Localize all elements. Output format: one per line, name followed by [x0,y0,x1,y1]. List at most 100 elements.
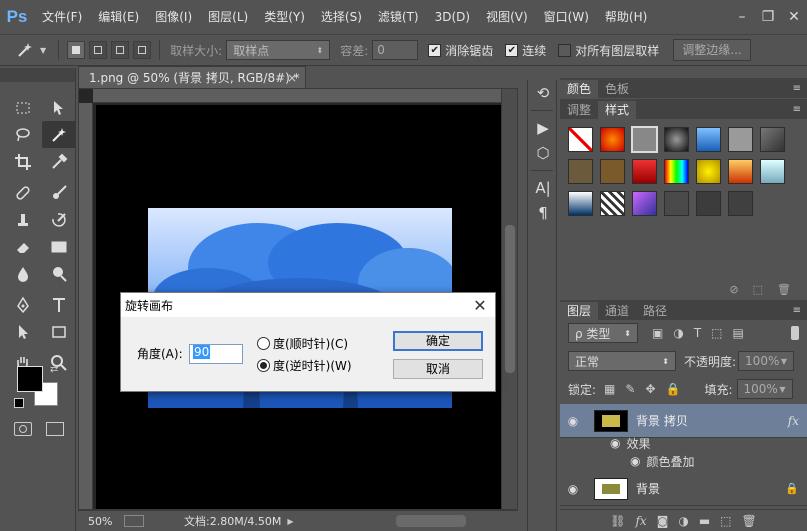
sample-size-select[interactable]: 取样点 ⬍ [226,40,331,60]
restore-icon[interactable]: ❐ [755,4,781,30]
panel-menu-icon[interactable]: ≡ [793,302,807,320]
path-selection-tool-icon[interactable] [6,318,40,345]
style-swatch[interactable] [664,159,689,184]
tab-adjustments[interactable]: 调整 [560,101,598,119]
menu-layer[interactable]: 图层(L) [200,0,256,34]
opacity-input[interactable]: 100% ▼ [738,351,795,371]
subtract-selection-button[interactable] [111,41,130,59]
tool-preset-dropdown-icon[interactable]: ▼ [40,46,46,55]
blur-tool-icon[interactable] [6,260,40,287]
magic-wand-tool-icon[interactable] [42,121,76,148]
document-info[interactable]: 文档:2.80M/4.50M [184,513,281,529]
style-swatch[interactable] [664,127,689,152]
tab-styles[interactable]: 样式 [598,101,637,119]
quick-mask-icon[interactable] [14,422,32,436]
swap-colors-icon[interactable]: ⇄ [50,364,58,375]
eye-icon[interactable]: ◉ [610,436,620,450]
panel-menu-icon[interactable]: ≡ [793,80,807,98]
move-tool-icon[interactable] [42,94,76,121]
type-tool-icon[interactable] [42,291,76,318]
intersect-selection-button[interactable] [133,41,152,59]
lasso-tool-icon[interactable] [6,121,40,148]
clear-style-icon[interactable]: ⊘ [729,283,738,296]
style-swatch[interactable] [696,127,721,152]
style-swatch[interactable] [568,127,593,152]
rectangle-tool-icon[interactable] [42,318,76,345]
crop-tool-icon[interactable] [6,148,40,175]
lock-position-icon[interactable]: ✥ [645,382,655,396]
status-arrow-icon[interactable]: ▶ [287,517,293,526]
effect-item-row[interactable]: ◉ 颜色叠加 [560,452,807,470]
new-selection-button[interactable] [67,41,86,59]
scroll-thumb[interactable] [505,225,515,373]
link-layers-icon[interactable]: ⛓ [610,514,625,528]
menu-edit[interactable]: 编辑(E) [90,0,147,34]
foreground-color[interactable] [17,366,43,392]
style-swatch[interactable] [632,191,657,216]
history-brush-tool-icon[interactable] [42,206,76,233]
filter-toggle[interactable] [791,326,799,340]
add-mask-icon[interactable]: ◙ [657,514,669,528]
effects-row[interactable]: ◉ 效果 [560,434,807,452]
screen-mode-icon[interactable] [46,422,64,436]
status-preview-icon[interactable] [124,515,144,527]
horizontal-scroll-thumb[interactable] [396,515,466,527]
eraser-tool-icon[interactable] [6,233,40,260]
eye-icon[interactable]: ◉ [630,454,640,468]
delete-style-icon[interactable]: 🗑 [777,283,791,296]
menu-image[interactable]: 图像(I) [147,0,200,34]
style-swatch[interactable] [568,159,593,184]
close-icon[interactable]: ✕ [781,4,807,30]
delete-layer-icon[interactable]: 🗑 [742,514,757,528]
ok-button[interactable]: 确定 [393,331,483,351]
all-layers-checkbox[interactable]: 对所有图层取样 [558,42,659,59]
filter-type-icon[interactable]: T [694,326,701,340]
minimize-icon[interactable]: – [729,4,755,30]
style-swatch[interactable] [728,191,753,216]
clockwise-radio[interactable]: 度(顺时针)(C) [257,335,348,352]
paragraph-icon[interactable]: ¶ [528,200,558,225]
style-swatch[interactable] [664,191,689,216]
horizontal-ruler[interactable] [93,89,501,103]
menu-window[interactable]: 窗口(W) [536,0,597,34]
vertical-ruler[interactable] [79,103,93,509]
style-swatch[interactable] [728,127,753,152]
new-layer-icon[interactable]: ⬚ [720,514,731,528]
magic-wand-icon[interactable] [10,37,40,64]
filter-adjust-icon[interactable]: ◑ [673,326,683,340]
menu-view[interactable]: 视图(V) [478,0,536,34]
filter-pixel-icon[interactable]: ▣ [652,326,663,340]
menu-type[interactable]: 类型(Y) [256,0,313,34]
blend-mode-select[interactable]: 正常 ⬍ [568,351,676,371]
dodge-tool-icon[interactable] [42,260,76,287]
contiguous-checkbox[interactable]: ✔ 连续 [505,42,546,59]
antialias-checkbox[interactable]: ✔ 消除锯齿 [428,42,493,59]
style-swatch[interactable] [631,126,658,153]
lock-transparent-icon[interactable]: ▦ [604,382,615,396]
3d-icon[interactable]: ⬡ [528,140,558,165]
tab-color[interactable]: 颜色 [560,80,599,98]
layer-name[interactable]: 背景 [636,480,660,497]
vertical-scrollbar[interactable] [501,89,517,509]
style-swatch[interactable] [696,191,721,216]
style-swatch[interactable] [600,191,625,216]
refine-edge-button[interactable]: 调整边缘... [673,39,751,61]
add-style-icon[interactable]: fx [635,514,646,528]
toolbox-header[interactable] [0,68,75,82]
eye-icon[interactable]: ◉ [560,482,586,496]
gradient-tool-icon[interactable] [42,233,76,260]
menu-filter[interactable]: 滤镜(T) [370,0,427,34]
eye-icon[interactable]: ◉ [560,414,586,428]
angle-input[interactable]: 90 [189,344,243,364]
style-swatch[interactable] [728,159,753,184]
lock-pixels-icon[interactable]: ✎ [625,382,635,396]
dialog-titlebar[interactable]: 旋转画布 ✕ [121,293,495,317]
fill-input[interactable]: 100% ▼ [736,379,793,399]
menu-file[interactable]: 文件(F) [34,0,90,34]
menu-help[interactable]: 帮助(H) [597,0,655,34]
brush-tool-icon[interactable] [42,179,76,206]
pen-tool-icon[interactable] [6,291,40,318]
tab-paths[interactable]: 路径 [636,302,674,320]
tab-swatches[interactable]: 色板 [598,80,636,98]
add-selection-button[interactable] [89,41,108,59]
